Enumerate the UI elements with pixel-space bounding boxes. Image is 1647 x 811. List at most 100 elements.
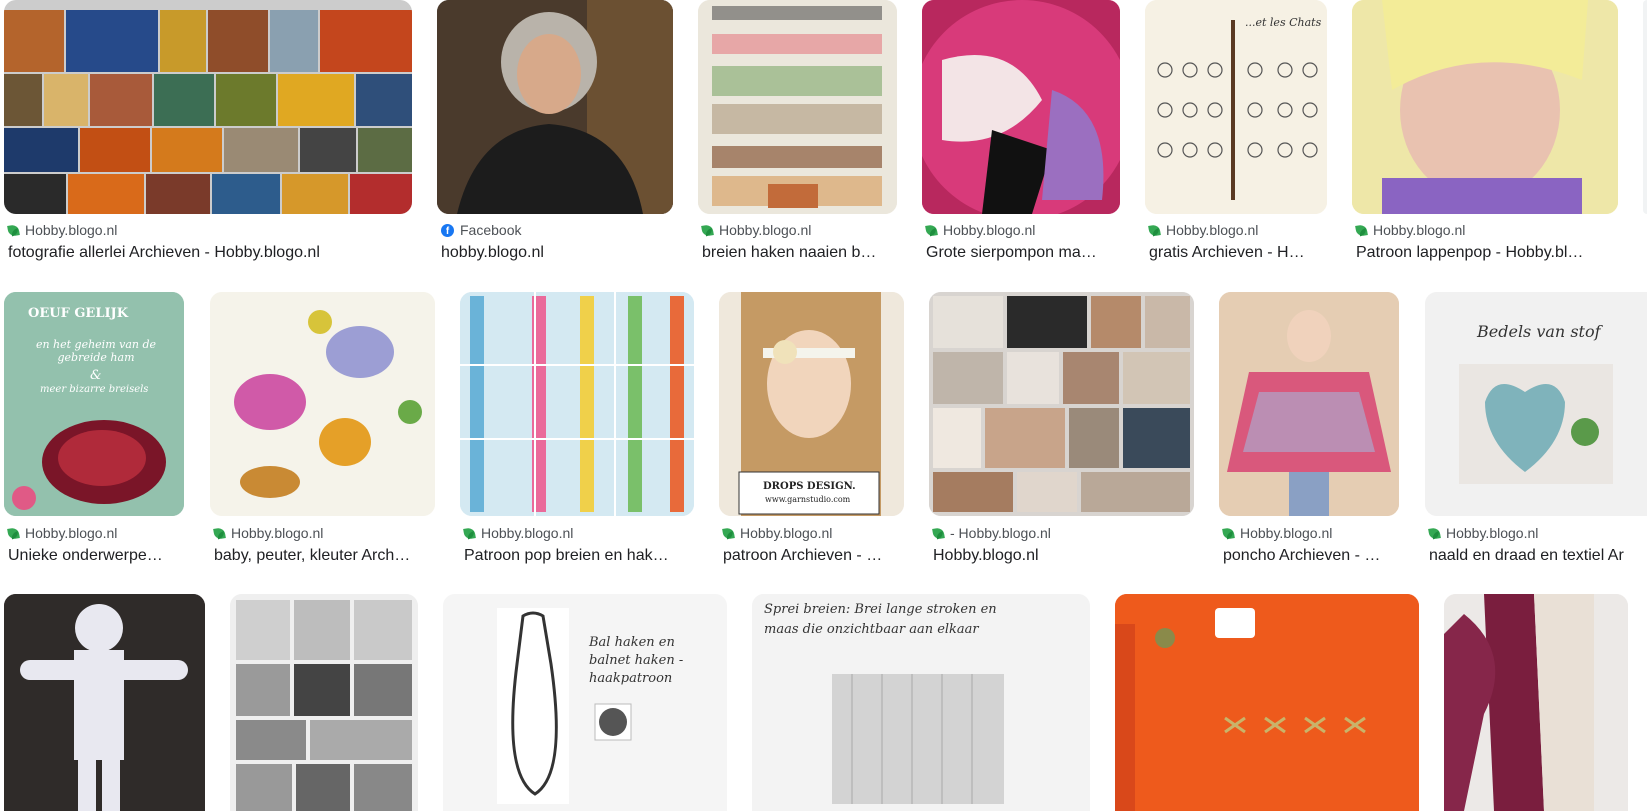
result-card[interactable]: DROPS DESIGN. www.garnstudio.com Hobby.b… xyxy=(719,292,904,567)
source-name: Hobby.blogo.nl xyxy=(740,525,833,541)
result-title[interactable]: Patroon pop breien en hak… xyxy=(464,547,694,565)
result-title[interactable]: Unieke onderwerpe… xyxy=(8,547,184,565)
book-cover-image xyxy=(4,292,184,516)
result-thumbnail[interactable] xyxy=(210,292,435,516)
chart-heading: ...et les Chats xyxy=(1245,16,1322,29)
result-source[interactable]: Hobby.blogo.nl xyxy=(7,222,118,238)
result-source[interactable]: Hobby.blogo.nl xyxy=(722,525,833,541)
result-title[interactable]: gratis Archieven - H… xyxy=(1149,244,1327,262)
cross-stitch-sampler-image xyxy=(698,0,897,214)
leaf-favicon-icon xyxy=(463,526,476,540)
source-name: Hobby.blogo.nl xyxy=(231,525,324,541)
result-card[interactable]: Hobby.blogo.nl Grote sierpompon ma… xyxy=(922,0,1120,265)
source-name: Hobby.blogo.nl xyxy=(1446,525,1539,541)
result-title[interactable]: baby, peuter, kleuter Arch… xyxy=(214,547,435,565)
result-thumbnail[interactable] xyxy=(1444,594,1628,811)
result-card[interactable]: Hobby.blogo.nl Patroon lappenpop - Hobby… xyxy=(1352,0,1618,265)
crochet-net-bag-image xyxy=(443,594,727,811)
drops-url-text: www.garnstudio.com xyxy=(765,495,851,504)
result-source[interactable]: Hobby.blogo.nl xyxy=(1148,222,1258,238)
leaf-favicon-icon xyxy=(1222,526,1235,540)
result-thumbnail[interactable]: DROPS DESIGN. www.garnstudio.com xyxy=(719,292,904,516)
leaf-favicon-icon xyxy=(925,223,938,237)
result-thumbnail[interactable]: OEUF GELIJK en het geheim van de gebreid… xyxy=(4,292,184,516)
result-source[interactable]: Hobby.blogo.nl xyxy=(463,525,574,541)
result-title[interactable]: naald en draad en textiel Ar xyxy=(1429,547,1647,565)
result-title[interactable]: poncho Archieven - … xyxy=(1223,547,1399,565)
source-name: Hobby.blogo.nl xyxy=(943,222,1036,238)
source-name: Hobby.blogo.nl xyxy=(25,222,118,238)
result-thumbnail[interactable] xyxy=(437,0,673,214)
result-card[interactable]: Bedels van stof Hobby.blogo.nl naald en … xyxy=(1425,292,1647,567)
leaf-favicon-icon xyxy=(1148,223,1161,237)
leaf-favicon-icon xyxy=(213,526,226,540)
result-source[interactable]: Hobby.blogo.nl xyxy=(701,222,811,238)
orange-crochet-image xyxy=(1115,594,1419,811)
leaf-favicon-icon xyxy=(1355,223,1368,237)
growth-chart-collage-image xyxy=(460,292,694,516)
result-source[interactable]: Hobby.blogo.nl xyxy=(213,525,324,541)
result-title[interactable]: Grote sierpompon ma… xyxy=(926,244,1120,262)
result-card[interactable]: Hobby.blogo.nl Patroon pop breien en hak… xyxy=(460,292,694,567)
charm-caption: Bedels van stof xyxy=(1477,322,1601,341)
leaf-favicon-icon xyxy=(722,526,735,540)
result-card[interactable]: Hobby.blogo.nl baby, peuter, kleuter Arc… xyxy=(210,292,435,567)
result-title[interactable]: breien haken naaien b… xyxy=(702,244,897,262)
result-thumbnail[interactable] xyxy=(922,0,1120,214)
drops-logo-text: DROPS DESIGN. xyxy=(763,481,856,492)
result-thumbnail[interactable]: Sprei breien: Brei lange stroken en maas… xyxy=(752,594,1090,811)
result-thumbnail[interactable] xyxy=(4,594,205,811)
source-name: Hobby.blogo.nl xyxy=(481,525,574,541)
filet-crochet-patterns-image xyxy=(230,594,418,811)
blanket-caption: Sprei breien: Brei lange stroken en maas… xyxy=(764,602,997,637)
result-source[interactable]: Hobby.blogo.nl xyxy=(1222,525,1332,541)
book-title: OEUF GELIJK xyxy=(28,306,129,321)
result-thumbnail[interactable] xyxy=(460,292,694,516)
result-thumbnail[interactable] xyxy=(1352,0,1618,214)
source-name: Hobby.blogo.nl xyxy=(1373,222,1466,238)
result-thumbnail[interactable] xyxy=(698,0,897,214)
result-card[interactable]: f Facebook hobby.blogo.nl xyxy=(437,0,673,265)
result-thumbnail[interactable]: ...et les Chats xyxy=(1145,0,1327,214)
book-extra: meer bizarre breisels xyxy=(40,384,149,395)
cat-embroidery-chart-image xyxy=(1145,0,1327,214)
barefoot-sandals-collage-image xyxy=(929,292,1194,516)
result-card[interactable]: - Hobby.blogo.nl Hobby.blogo.nl xyxy=(929,292,1194,567)
result-thumbnail[interactable] xyxy=(4,0,412,214)
result-source[interactable]: Hobby.blogo.nl xyxy=(7,525,117,541)
poncho-girl-image xyxy=(1219,292,1399,516)
result-card[interactable]: ...et les Chats Hobby.blogo.nl gratis Ar… xyxy=(1145,0,1327,265)
result-title[interactable]: Hobby.blogo.nl xyxy=(933,547,1194,565)
result-title[interactable]: Patroon lappenpop - Hobby.bl… xyxy=(1356,244,1618,262)
result-thumbnail[interactable] xyxy=(1219,292,1399,516)
leaf-favicon-icon xyxy=(932,526,945,540)
result-card[interactable]: Hobby.blogo.nl poncho Archieven - … xyxy=(1219,292,1399,567)
fabric-doll-image xyxy=(4,594,205,811)
result-thumbnail[interactable] xyxy=(929,292,1194,516)
result-thumbnail[interactable]: Bal haken en balnet haken - haakpatroon xyxy=(443,594,727,811)
source-name: - Hobby.blogo.nl xyxy=(950,525,1051,541)
result-card[interactable]: OEUF GELIJK en het geheim van de gebreid… xyxy=(4,292,184,567)
pompon-image xyxy=(922,0,1120,214)
result-thumbnail[interactable]: Bedels van stof xyxy=(1425,292,1647,516)
result-title[interactable]: hobby.blogo.nl xyxy=(441,244,673,262)
result-source[interactable]: Hobby.blogo.nl xyxy=(1355,222,1466,238)
book-subtitle: en het geheim van de gebreide ham xyxy=(35,338,157,364)
result-title[interactable]: patroon Archieven - … xyxy=(723,547,904,565)
result-thumbnail[interactable] xyxy=(1115,594,1419,811)
result-source[interactable]: Hobby.blogo.nl xyxy=(1428,525,1539,541)
facebook-icon: f xyxy=(441,223,454,237)
result-source[interactable]: f Facebook xyxy=(441,222,521,238)
result-source[interactable]: Hobby.blogo.nl xyxy=(925,222,1036,238)
result-thumbnail-partial[interactable] xyxy=(1643,0,1647,214)
result-card[interactable]: Hobby.blogo.nl breien haken naaien b… xyxy=(698,0,897,265)
woman-portrait-image xyxy=(437,0,673,214)
result-source[interactable]: - Hobby.blogo.nl xyxy=(932,525,1051,541)
result-thumbnail[interactable] xyxy=(230,594,418,811)
result-title[interactable]: fotografie allerlei Archieven - Hobby.bl… xyxy=(8,244,412,262)
knitted-scarf-image xyxy=(1444,594,1628,811)
leaf-favicon-icon xyxy=(7,223,20,237)
result-card[interactable]: Hobby.blogo.nl fotografie allerlei Archi… xyxy=(4,0,412,265)
leaf-favicon-icon xyxy=(701,223,714,237)
animal-illustration-image xyxy=(210,292,435,516)
